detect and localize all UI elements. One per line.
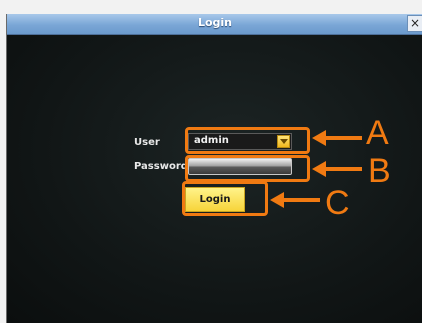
highlight-box-login [182, 181, 268, 216]
callout-b: B [368, 152, 391, 190]
close-icon: × [409, 16, 421, 30]
left-arrow-icon [312, 130, 362, 146]
title-bar: Login × [7, 14, 422, 35]
screen-frame: Login × User admin Password Login A B C [0, 0, 422, 323]
close-button[interactable]: × [407, 15, 422, 32]
user-label: User [134, 137, 160, 148]
left-arrow-icon [312, 161, 362, 177]
left-arrow-icon [270, 192, 320, 208]
highlight-box-user [185, 127, 310, 154]
password-label: Password [134, 161, 188, 172]
window-title: Login [197, 16, 233, 29]
callout-a: A [366, 114, 389, 152]
highlight-box-password [185, 155, 310, 182]
callout-c: C [325, 184, 350, 222]
